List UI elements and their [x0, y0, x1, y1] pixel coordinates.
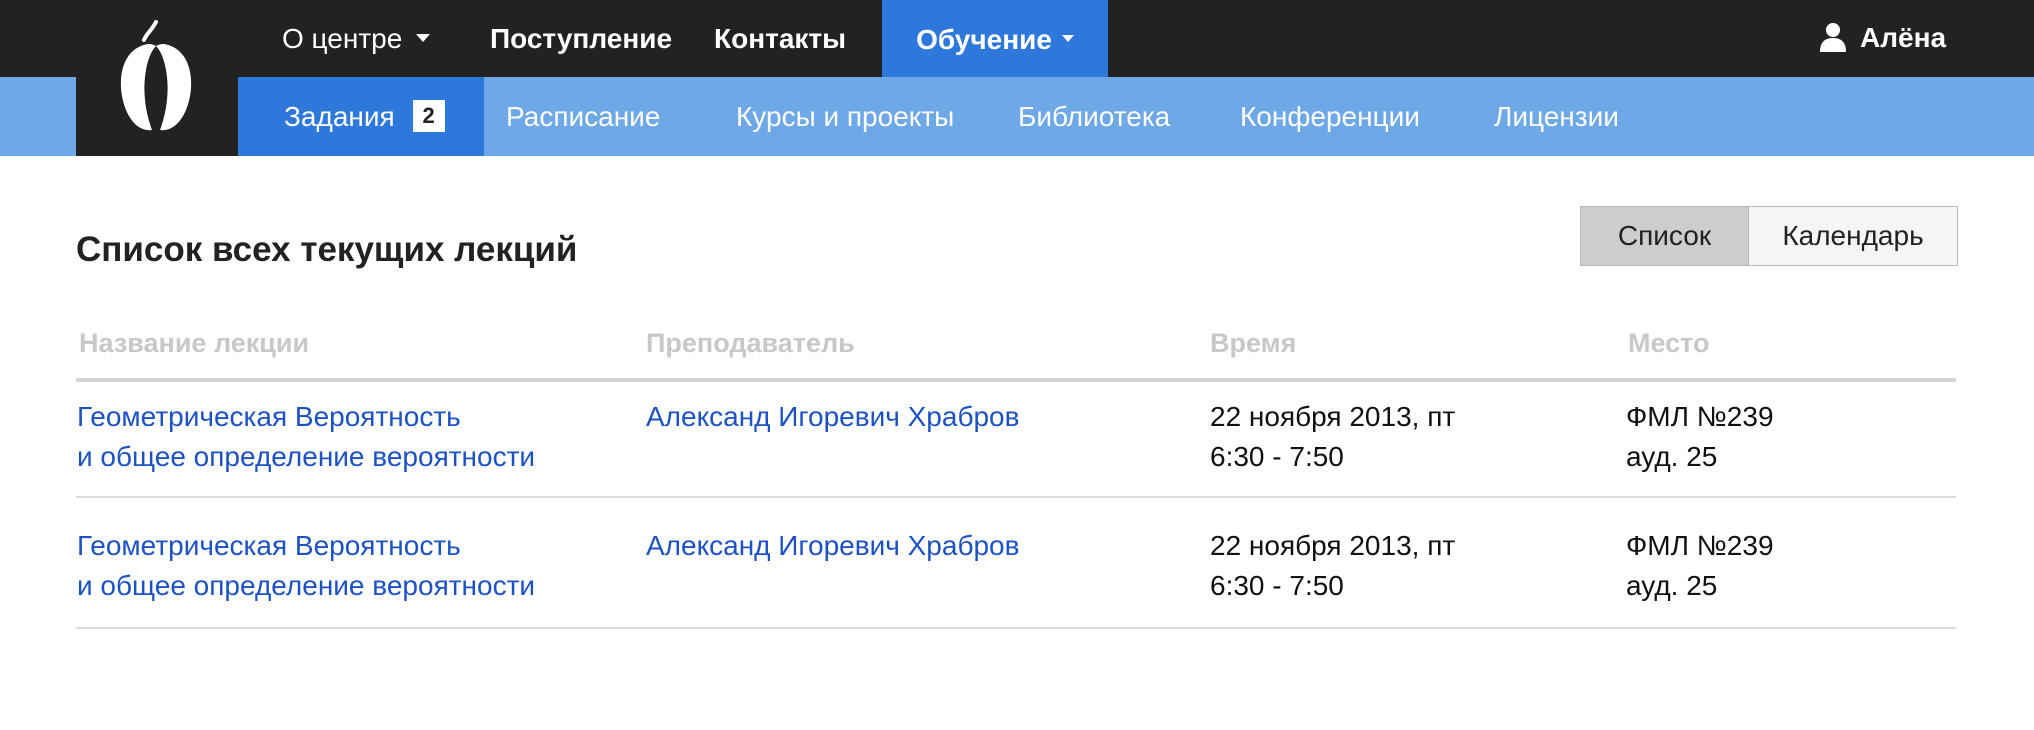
count-badge: 2 — [412, 99, 445, 132]
table-header-divider — [76, 378, 1956, 382]
subnav-item-tasks[interactable]: Задания 2 — [284, 77, 445, 156]
subnav-item-tasks-label: Задания — [284, 101, 395, 132]
column-header-name[interactable]: Название лекции — [79, 328, 309, 359]
logo[interactable] — [76, 0, 238, 156]
lecture-time: 22 ноября 2013, пт 6:30 - 7:50 — [1210, 397, 1455, 477]
page-title: Список всех текущих лекций — [76, 230, 578, 269]
place-room: ауд. 25 — [1626, 570, 1718, 601]
nav-item-admission[interactable]: Поступление — [490, 0, 672, 77]
subnav-item-library-label: Библиотека — [1018, 101, 1171, 132]
subnav-item-library[interactable]: Библиотека — [1018, 77, 1170, 156]
lecture-title-line1: Геометрическая Вероятность — [77, 401, 461, 432]
lecture-title-line2: и общее определение вероятности — [77, 570, 536, 601]
view-toggle: Список Календарь — [1580, 206, 1958, 266]
logo-icon — [120, 20, 192, 131]
lecture-place: ФМЛ №239 ауд. 25 — [1626, 526, 1774, 606]
lecture-place: ФМЛ №239 ауд. 25 — [1626, 397, 1774, 477]
view-list-button[interactable]: Список — [1581, 207, 1749, 265]
teacher-link[interactable]: Александ Игоревич Храбров — [646, 526, 1020, 566]
column-header-place[interactable]: Место — [1628, 328, 1710, 359]
place-school: ФМЛ №239 — [1626, 401, 1774, 432]
chevron-down-icon — [1061, 35, 1074, 43]
place-school: ФМЛ №239 — [1626, 530, 1774, 561]
lecture-title-link[interactable]: Геометрическая Вероятность и общее опред… — [77, 526, 535, 606]
nav-item-about-label: О центре — [282, 23, 403, 54]
lecture-time: 22 ноября 2013, пт 6:30 - 7:50 — [1210, 526, 1455, 606]
lecture-hours: 6:30 - 7:50 — [1210, 570, 1344, 601]
place-room: ауд. 25 — [1626, 441, 1718, 472]
row-divider — [76, 627, 1956, 629]
nav-item-contacts-label: Контакты — [714, 23, 847, 54]
user-icon — [1820, 22, 1846, 52]
subnav-item-courses-label: Курсы и проекты — [736, 101, 955, 132]
row-divider — [76, 496, 1956, 498]
subnav-item-courses[interactable]: Курсы и проекты — [736, 77, 954, 156]
subnav-item-schedule[interactable]: Расписание — [506, 77, 660, 156]
user-name: Алёна — [1860, 22, 1947, 53]
column-header-teacher[interactable]: Преподаватель — [646, 328, 855, 359]
nav-item-about[interactable]: О центре — [282, 0, 431, 77]
lecture-hours: 6:30 - 7:50 — [1210, 441, 1344, 472]
column-header-time[interactable]: Время — [1210, 328, 1296, 359]
lecture-title-line2: и общее определение вероятности — [77, 441, 536, 472]
subnav-item-schedule-label: Расписание — [506, 101, 661, 132]
lecture-date: 22 ноября 2013, пт — [1210, 530, 1456, 561]
subnav-item-licenses-label: Лицензии — [1494, 101, 1619, 132]
subnav-item-conferences-label: Конференции — [1240, 101, 1420, 132]
nav-item-admission-label: Поступление — [490, 23, 673, 54]
lecture-title-link[interactable]: Геометрическая Вероятность и общее опред… — [77, 397, 535, 477]
subnav-item-conferences[interactable]: Конференции — [1240, 77, 1420, 156]
nav-item-education-label: Обучение — [916, 24, 1052, 55]
lecture-date: 22 ноября 2013, пт — [1210, 401, 1456, 432]
nav-item-education[interactable]: Обучение — [882, 0, 1108, 77]
user-menu[interactable]: Алёна — [1820, 0, 1946, 77]
teacher-link[interactable]: Александ Игоревич Храбров — [646, 397, 1020, 437]
view-calendar-button[interactable]: Календарь — [1749, 207, 1957, 265]
subnav-item-licenses[interactable]: Лицензии — [1494, 77, 1619, 156]
chevron-down-icon — [416, 33, 431, 42]
lecture-title-line1: Геометрическая Вероятность — [77, 530, 461, 561]
nav-item-contacts[interactable]: Контакты — [714, 0, 846, 77]
